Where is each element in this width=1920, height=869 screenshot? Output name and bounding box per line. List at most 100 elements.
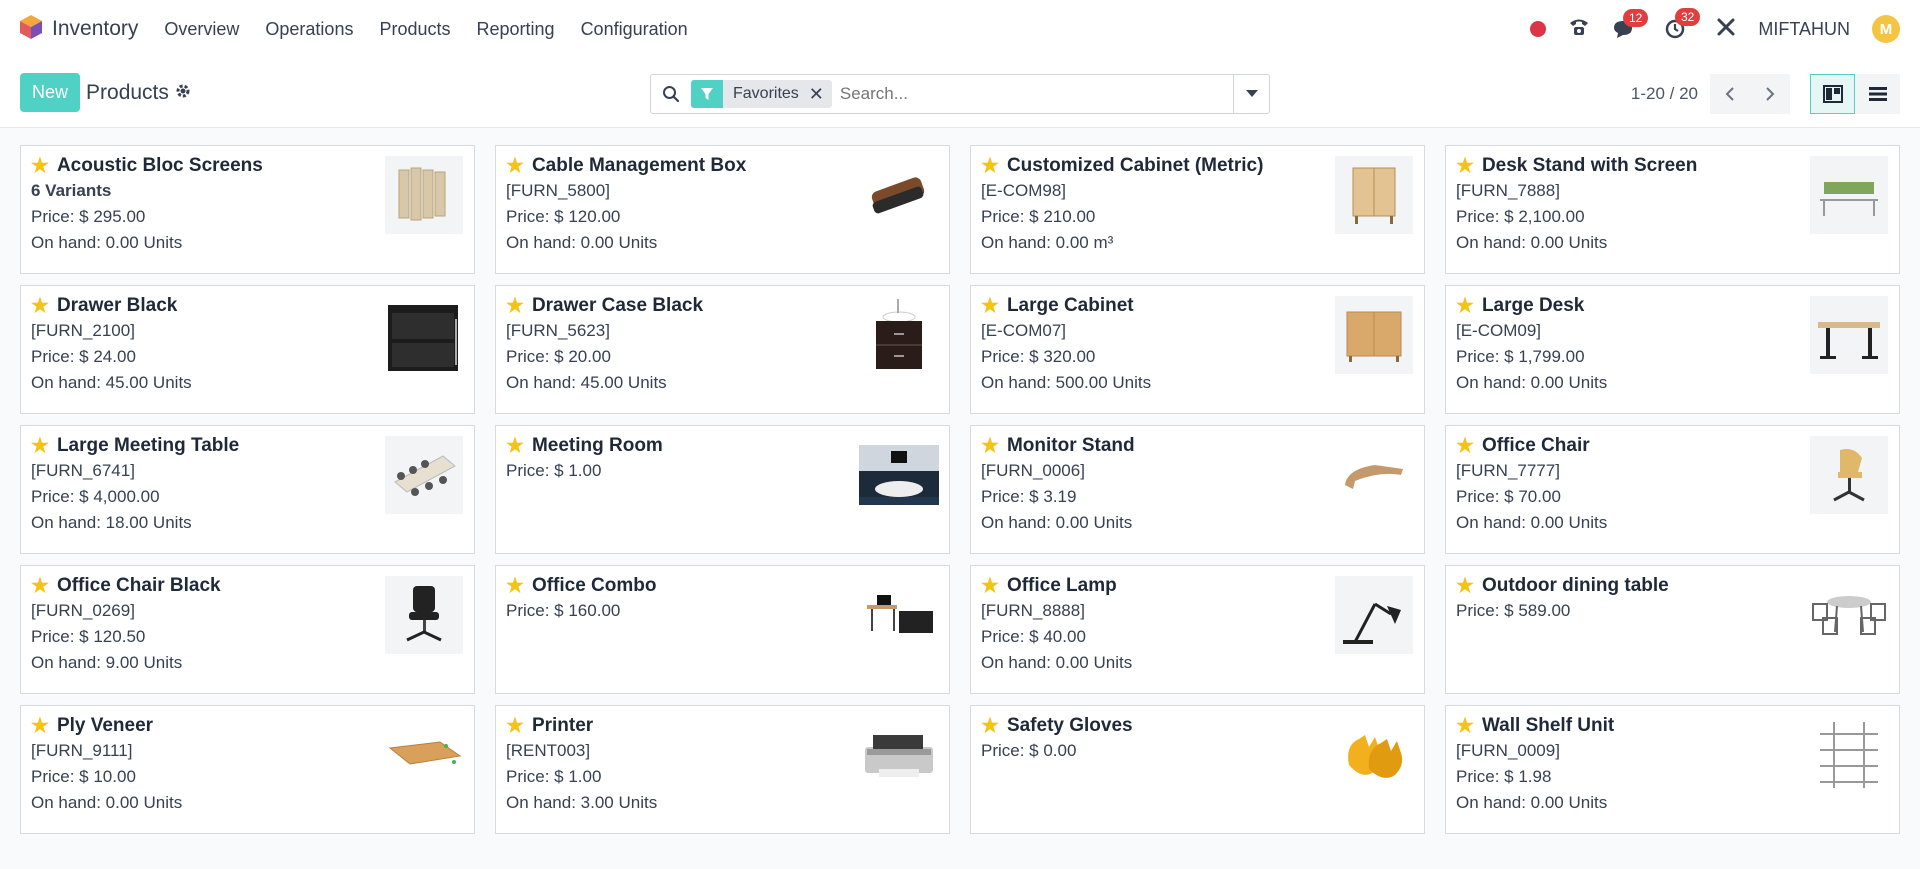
- product-name: Drawer Case Black: [531, 295, 704, 316]
- star-icon[interactable]: ★: [1456, 296, 1474, 316]
- search-icon[interactable]: [651, 85, 691, 103]
- product-card[interactable]: ★ Large Meeting Table [FURN_6741] Price: …: [20, 425, 475, 554]
- product-image: [1334, 715, 1414, 795]
- product-name: Printer: [531, 715, 594, 736]
- new-button[interactable]: New: [20, 73, 81, 112]
- chevron-right-icon: [1766, 87, 1775, 101]
- product-card[interactable]: ★ Cable Management Box [FURN_5800] Price:…: [495, 145, 950, 274]
- product-card[interactable]: ★ Acoustic Bloc Screens 6 Variants Price:…: [20, 145, 475, 274]
- app-name[interactable]: Inventory: [52, 17, 138, 41]
- list-view-button[interactable]: [1855, 74, 1900, 114]
- star-icon[interactable]: ★: [1456, 156, 1474, 176]
- product-image: [1809, 155, 1889, 235]
- star-icon[interactable]: ★: [1456, 576, 1474, 596]
- product-onhand: On hand: 0.00 Units: [1456, 513, 1608, 532]
- product-name: Office Chair Black: [56, 575, 221, 596]
- product-name: Safety Gloves: [1006, 715, 1133, 736]
- search-bar: Favorites ✕: [650, 74, 1270, 114]
- product-image: [859, 715, 939, 795]
- menu-item-reporting[interactable]: Reporting: [477, 19, 555, 40]
- pager-next-button[interactable]: [1750, 74, 1790, 114]
- product-name: Acoustic Bloc Screens: [56, 155, 263, 176]
- kanban-icon: [1822, 85, 1843, 103]
- star-icon[interactable]: ★: [31, 576, 49, 596]
- star-icon[interactable]: ★: [981, 576, 999, 596]
- activities-button[interactable]: 32: [1664, 8, 1701, 40]
- product-name: Office Combo: [531, 575, 657, 596]
- menu-item-products[interactable]: Products: [379, 19, 450, 40]
- app-brand[interactable]: Inventory: [20, 14, 138, 44]
- kanban-view-button[interactable]: [1810, 74, 1855, 114]
- product-image: [1809, 715, 1889, 795]
- product-onhand: On hand: 18.00 Units: [31, 513, 192, 532]
- product-card[interactable]: ★ Desk Stand with Screen [FURN_7888] Pric…: [1445, 145, 1900, 274]
- messages-button[interactable]: 12: [1612, 9, 1649, 39]
- phone-icon[interactable]: [1568, 17, 1590, 42]
- menu-item-operations[interactable]: Operations: [265, 19, 353, 40]
- star-icon[interactable]: ★: [981, 156, 999, 176]
- pager-previous-button[interactable]: [1710, 74, 1750, 114]
- star-icon[interactable]: ★: [31, 296, 49, 316]
- star-icon[interactable]: ★: [981, 716, 999, 736]
- menu-item-overview[interactable]: Overview: [164, 19, 239, 40]
- status-dot-icon[interactable]: [1530, 21, 1547, 37]
- main-menu: Overview Operations Products Reporting C…: [164, 19, 687, 40]
- product-card[interactable]: ★ Large Cabinet [E-COM07] Price: $ 320.00…: [970, 285, 1425, 414]
- star-icon[interactable]: ★: [1456, 716, 1474, 736]
- product-image: [384, 435, 464, 515]
- product-card[interactable]: ★ Meeting Room Price: $ 1.00: [495, 425, 950, 554]
- product-card[interactable]: ★ Customized Cabinet (Metric) [E-COM98] P…: [970, 145, 1425, 274]
- product-name: Outdoor dining table: [1481, 575, 1669, 596]
- product-image: [384, 295, 464, 375]
- star-icon[interactable]: ★: [981, 296, 999, 316]
- user-avatar[interactable]: M: [1872, 15, 1900, 43]
- tools-icon[interactable]: [1716, 17, 1736, 42]
- product-image: [1809, 295, 1889, 375]
- search-input[interactable]: [839, 84, 1233, 104]
- star-icon[interactable]: ★: [506, 156, 524, 176]
- product-card[interactable]: ★ Drawer Black [FURN_2100] Price: $ 24.00…: [20, 285, 475, 414]
- product-onhand: On hand: 3.00 Units: [506, 793, 658, 812]
- product-card[interactable]: ★ Wall Shelf Unit [FURN_0009] Price: $ 1.…: [1445, 705, 1900, 834]
- product-name: Meeting Room: [531, 435, 663, 456]
- product-card[interactable]: ★ Office Combo Price: $ 160.00: [495, 565, 950, 694]
- product-card[interactable]: ★ Safety Gloves Price: $ 0.00: [970, 705, 1425, 834]
- search-options-toggle[interactable]: [1233, 75, 1269, 113]
- product-card[interactable]: ★ Printer [RENT003] Price: $ 1.00 On hand…: [495, 705, 950, 834]
- star-icon[interactable]: ★: [506, 576, 524, 596]
- product-card[interactable]: ★ Outdoor dining table Price: $ 589.00: [1445, 565, 1900, 694]
- product-card[interactable]: ★ Office Lamp [FURN_8888] Price: $ 40.00 …: [970, 565, 1425, 694]
- app-logo-icon[interactable]: [20, 14, 42, 44]
- product-name: Customized Cabinet (Metric): [1006, 155, 1264, 176]
- product-card[interactable]: ★ Drawer Case Black [FURN_5623] Price: $ …: [495, 285, 950, 414]
- product-image: [384, 155, 464, 235]
- star-icon[interactable]: ★: [1456, 436, 1474, 456]
- star-icon[interactable]: ★: [506, 716, 524, 736]
- star-icon[interactable]: ★: [31, 436, 49, 456]
- product-card[interactable]: ★ Ply Veneer [FURN_9111] Price: $ 10.00 O…: [20, 705, 475, 834]
- star-icon[interactable]: ★: [506, 296, 524, 316]
- product-card[interactable]: ★ Large Desk [E-COM09] Price: $ 1,799.00 …: [1445, 285, 1900, 414]
- product-onhand: On hand: 9.00 Units: [31, 653, 183, 672]
- product-image: [1334, 435, 1414, 515]
- gear-icon[interactable]: [175, 81, 191, 105]
- star-icon[interactable]: ★: [506, 436, 524, 456]
- pager-buttons: [1710, 74, 1790, 114]
- menu-item-configuration[interactable]: Configuration: [581, 19, 688, 40]
- user-name[interactable]: MIFTAHUN: [1758, 19, 1850, 40]
- product-card[interactable]: ★ Office Chair Black [FURN_0269] Price: $…: [20, 565, 475, 694]
- control-panel: New Products Favorites ✕ 1-20 / 20: [0, 58, 1920, 128]
- search-facet: Favorites ✕: [691, 80, 832, 108]
- product-card[interactable]: ★ Office Chair [FURN_7777] Price: $ 70.00…: [1445, 425, 1900, 554]
- product-image: [859, 155, 939, 235]
- product-image: [384, 575, 464, 655]
- star-icon[interactable]: ★: [31, 716, 49, 736]
- facet-remove-icon[interactable]: ✕: [809, 84, 832, 105]
- product-card[interactable]: ★ Monitor Stand [FURN_0006] Price: $ 3.19…: [970, 425, 1425, 554]
- pager-value[interactable]: 1-20 / 20: [1631, 84, 1698, 104]
- product-name: Ply Veneer: [56, 715, 154, 736]
- product-name: Wall Shelf Unit: [1481, 715, 1615, 736]
- product-image: [1334, 575, 1414, 655]
- star-icon[interactable]: ★: [31, 156, 49, 176]
- star-icon[interactable]: ★: [981, 436, 999, 456]
